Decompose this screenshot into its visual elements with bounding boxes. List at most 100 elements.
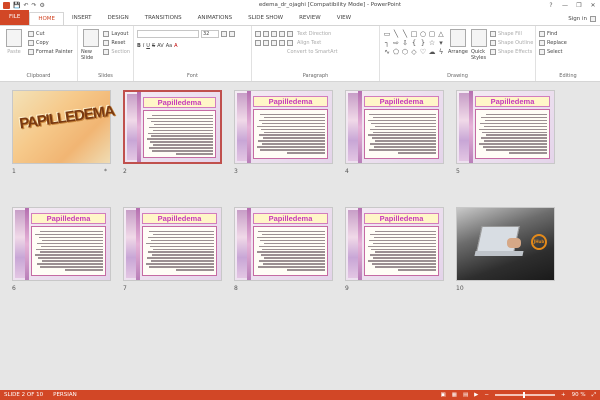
italic-icon[interactable]: I (143, 43, 144, 49)
normal-view-icon[interactable]: ▣ (441, 392, 446, 398)
shape-more-icon[interactable]: ▾ (437, 39, 445, 47)
quick-styles-button[interactable]: Quick Styles (470, 29, 487, 61)
section-button[interactable]: Section (103, 47, 130, 56)
save-icon[interactable]: 💾 (13, 2, 20, 9)
font-size-combo[interactable]: 32 (201, 29, 219, 38)
zoom-slider[interactable] (495, 392, 555, 398)
slide-thumbnail-2[interactable]: Papilledema (123, 90, 222, 164)
convert-smartart-button[interactable]: Convert to SmartArt (287, 49, 338, 55)
align-right-icon[interactable] (271, 39, 277, 46)
align-center-icon[interactable] (263, 39, 269, 46)
slideshow-icon[interactable]: ▶ (474, 392, 478, 398)
slide-thumbnail-5[interactable]: Papilledema (456, 90, 555, 164)
paste-button[interactable]: Paste (3, 29, 25, 56)
tab-home[interactable]: HOME (29, 12, 65, 25)
bold-icon[interactable]: B (137, 43, 141, 49)
align-left-icon[interactable] (255, 39, 261, 46)
customize-qat-icon[interactable]: ⚙ (40, 2, 45, 9)
shape-roundrect-icon[interactable]: ▢ (428, 30, 436, 38)
language-indicator[interactable]: PERSIAN (53, 392, 77, 398)
zoom-out-icon[interactable]: − (484, 392, 489, 398)
shapes-gallery[interactable]: ▭ ╲ ╲ □ ○ ▢ △ ┐ ⇨ ⇩{} ☆ ▾ ∿ ⬠ ⬡ ◇ ♡ ☁ ϟ (383, 30, 445, 61)
shape-line-icon[interactable]: ╲ (392, 30, 400, 38)
tab-transitions[interactable]: TRANSITIONS (137, 12, 190, 25)
zoom-in-icon[interactable]: + (561, 392, 566, 398)
slide-thumbnail-9[interactable]: Papilledema (345, 207, 444, 281)
format-painter-button[interactable]: Format Painter (28, 47, 73, 56)
shrink-font-icon[interactable] (229, 30, 235, 37)
shape-corner-icon[interactable]: ┐ (383, 39, 391, 47)
shape-fill-button[interactable]: Shape Fill (489, 29, 533, 38)
reset-button[interactable]: Reset (103, 38, 130, 47)
slide-thumbnail-3[interactable]: Papilledema (234, 90, 333, 164)
tab-design[interactable]: DESIGN (100, 12, 137, 25)
find-button[interactable]: Find (539, 29, 597, 38)
columns-icon[interactable] (287, 39, 293, 46)
line-spacing-icon[interactable] (287, 30, 293, 37)
numbering-icon[interactable] (263, 30, 269, 37)
slide-thumbnail-10[interactable]: JHub (456, 207, 555, 281)
slide-thumbnail-8[interactable]: Papilledema (234, 207, 333, 281)
shape-lightning-icon[interactable]: ϟ (437, 48, 445, 56)
font-color-icon[interactable]: A (174, 43, 177, 49)
restore-button[interactable]: ❐ (572, 2, 586, 9)
shape-pentagon-icon[interactable]: ⬠ (392, 48, 400, 56)
align-text-button[interactable]: Align Text (297, 40, 321, 46)
shape-brace-icon[interactable]: { (410, 39, 418, 47)
shape-curve-icon[interactable]: ∿ (383, 48, 391, 56)
decrease-indent-icon[interactable] (271, 30, 277, 37)
replace-button[interactable]: Replace (539, 38, 597, 47)
increase-indent-icon[interactable] (279, 30, 285, 37)
slide-thumbnail-7[interactable]: Papilledema (123, 207, 222, 281)
zoom-slider-thumb[interactable] (523, 392, 525, 398)
shape-rect-icon[interactable]: □ (410, 30, 418, 38)
shape-line2-icon[interactable]: ╲ (401, 30, 409, 38)
sign-in-label[interactable]: Sign in (568, 16, 587, 22)
close-button[interactable]: ✕ (586, 2, 600, 9)
fit-slide-icon[interactable]: ⤢ (592, 392, 596, 399)
shape-cloud-icon[interactable]: ☁ (428, 48, 436, 56)
shape-oval-icon[interactable]: ○ (419, 30, 427, 38)
shape-arrow-right-icon[interactable]: ⇨ (392, 39, 400, 47)
shape-hexagon-icon[interactable]: ⬡ (401, 48, 409, 56)
zoom-level[interactable]: 90 % (572, 392, 586, 398)
bullets-icon[interactable] (255, 30, 261, 37)
slide-thumbnail-4[interactable]: Papilledema (345, 90, 444, 164)
shape-textbox-icon[interactable]: ▭ (383, 30, 391, 38)
tab-slide-show[interactable]: SLIDE SHOW (240, 12, 291, 25)
slide-thumbnail-1[interactable]: PAPILLEDEMA (12, 90, 115, 164)
cut-button[interactable]: Cut (28, 29, 73, 38)
tab-view[interactable]: VIEW (329, 12, 359, 25)
justify-icon[interactable] (279, 39, 285, 46)
new-slide-button[interactable]: New Slide (81, 29, 101, 61)
char-spacing-icon[interactable]: AV (157, 43, 164, 49)
tab-insert[interactable]: INSERT (64, 12, 99, 25)
redo-icon[interactable]: ↷ (32, 2, 37, 9)
tab-review[interactable]: REVIEW (291, 12, 329, 25)
arrange-button[interactable]: Arrange (448, 29, 468, 61)
minimize-button[interactable]: — (558, 2, 572, 9)
help-button[interactable]: ? (544, 2, 558, 9)
shape-star-icon[interactable]: ☆ (428, 39, 436, 47)
shape-brace2-icon[interactable]: } (419, 39, 427, 47)
slide-sorter-icon[interactable]: ▦ (452, 392, 457, 398)
change-case-icon[interactable]: Aa (166, 43, 172, 49)
slide-thumbnail-6[interactable]: Papilledema (12, 207, 111, 281)
shape-outline-button[interactable]: Shape Outline (489, 38, 533, 47)
underline-icon[interactable]: U (146, 43, 150, 49)
undo-icon[interactable]: ↶ (23, 2, 28, 9)
grow-font-icon[interactable] (221, 30, 227, 37)
copy-button[interactable]: Copy (28, 38, 73, 47)
tab-file[interactable]: FILE (0, 10, 30, 25)
strikethrough-icon[interactable]: S (152, 43, 155, 49)
text-direction-button[interactable]: Text Direction (297, 31, 331, 37)
shape-effects-button[interactable]: Shape Effects (489, 47, 533, 56)
font-name-combo[interactable] (137, 29, 199, 38)
shape-heart-icon[interactable]: ♡ (419, 48, 427, 56)
reading-view-icon[interactable]: ▤ (463, 392, 468, 398)
shape-diamond-icon[interactable]: ◇ (410, 48, 418, 56)
layout-button[interactable]: Layout (103, 29, 130, 38)
tab-animations[interactable]: ANIMATIONS (190, 12, 241, 25)
select-button[interactable]: Select (539, 47, 597, 56)
shape-arrow-down-icon[interactable]: ⇩ (401, 39, 409, 47)
